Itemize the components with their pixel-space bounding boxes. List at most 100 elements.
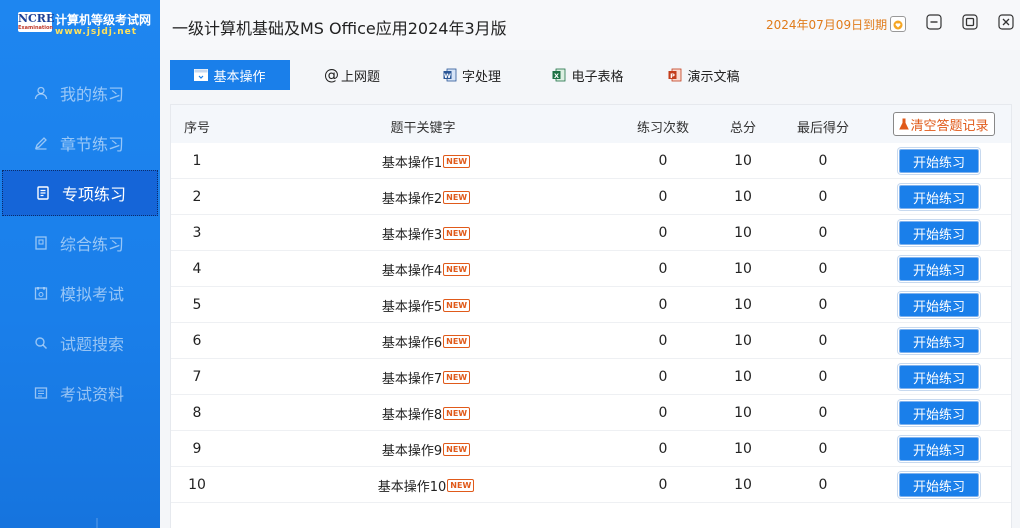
minimize-button[interactable] <box>926 14 942 34</box>
sidebar-item-special-practice[interactable]: 专项练习 <box>2 170 158 216</box>
row-count: 0 <box>658 477 668 493</box>
row-total: 10 <box>734 189 752 205</box>
header-count: 练习次数 <box>636 121 689 136</box>
row-last-score: 0 <box>818 225 828 241</box>
row-keyword-cell: 基本操作10 NEW <box>321 476 531 495</box>
tab-basic-operation[interactable]: 基本操作 <box>170 60 290 90</box>
practice-table: 序号 题干关键字 练习次数 总分 最后得分 清空答题记录 1 基本操作1 NEW … <box>170 104 1012 528</box>
sidebar-item-label: 综合练习 <box>60 235 125 254</box>
start-practice-button[interactable]: 开始练习 <box>898 148 980 174</box>
row-total: 10 <box>734 477 752 493</box>
row-last-score: 0 <box>818 189 828 205</box>
start-practice-button[interactable]: 开始练习 <box>898 184 980 210</box>
row-keyword: 基本操作9 <box>381 444 443 459</box>
row-last-score: 0 <box>818 441 828 457</box>
header-keyword: 题干关键字 <box>390 121 456 136</box>
row-index: 3 <box>192 225 202 241</box>
row-keyword: 基本操作8 <box>381 408 443 423</box>
tab-word-processing[interactable]: W 字处理 <box>414 60 530 90</box>
start-practice-button[interactable]: 开始练习 <box>898 256 980 282</box>
row-count: 0 <box>658 297 668 313</box>
sidebar-item-mock-exam[interactable]: 模拟考试 <box>0 270 160 316</box>
tab-label: 电子表格 <box>571 69 624 85</box>
powerpoint-icon: P <box>668 68 682 82</box>
tab-internet[interactable]: @ 上网题 <box>290 60 414 90</box>
tab-presentation[interactable]: P 演示文稿 <box>646 60 762 90</box>
logo-mark-text: NCRE <box>18 12 55 25</box>
row-count: 0 <box>658 261 668 277</box>
maximize-icon <box>962 14 978 34</box>
row-total: 10 <box>734 261 752 277</box>
favorite-button[interactable] <box>890 16 906 32</box>
sidebar-item-exam-materials[interactable]: 考试资料 <box>0 370 160 416</box>
table-row: 8 基本操作8 NEW 0 10 0 开始练习 <box>171 395 1011 431</box>
row-keyword-cell: 基本操作8 NEW <box>321 404 531 423</box>
start-practice-button[interactable]: 开始练习 <box>898 220 980 246</box>
start-practice-button[interactable]: 开始练习 <box>898 400 980 426</box>
excel-icon: X <box>552 68 566 82</box>
table-header: 序号 题干关键字 练习次数 总分 最后得分 清空答题记录 <box>171 105 1011 143</box>
row-keyword: 基本操作4 <box>381 264 443 279</box>
sidebar-item-label: 试题搜索 <box>60 335 125 354</box>
sidebar-item-my-practice[interactable]: 我的练习 <box>0 70 160 116</box>
clear-records-button[interactable]: 清空答题记录 <box>893 112 995 136</box>
maximize-button[interactable] <box>962 14 978 34</box>
category-tabs: 基本操作 @ 上网题 W 字处理 X 电子表格 P 演示文稿 <box>170 60 762 90</box>
row-index: 2 <box>192 189 202 205</box>
row-keyword-cell: 基本操作1 NEW <box>321 152 531 171</box>
sidebar-item-question-search[interactable]: 试题搜索 <box>0 320 160 366</box>
table-row: 7 基本操作7 NEW 0 10 0 开始练习 <box>171 359 1011 395</box>
row-count: 0 <box>658 153 668 169</box>
tab-label: 字处理 <box>461 69 501 85</box>
sidebar-item-comprehensive-practice[interactable]: 综合练习 <box>0 220 160 266</box>
user-icon <box>34 86 48 100</box>
row-count: 0 <box>658 333 668 349</box>
row-keyword: 基本操作10 <box>377 480 447 495</box>
row-index: 4 <box>192 261 202 277</box>
row-total: 10 <box>734 297 752 313</box>
clear-records-label: 清空答题记录 <box>910 118 989 134</box>
row-keyword-cell: 基本操作4 NEW <box>321 260 531 279</box>
table-row: 6 基本操作6 NEW 0 10 0 开始练习 <box>171 323 1011 359</box>
book-icon <box>34 236 48 250</box>
table-row: 9 基本操作9 NEW 0 10 0 开始练习 <box>171 431 1011 467</box>
start-practice-button[interactable]: 开始练习 <box>898 328 980 354</box>
row-keyword: 基本操作6 <box>381 336 443 351</box>
close-button[interactable] <box>998 14 1014 34</box>
row-count: 0 <box>658 405 668 421</box>
window-icon <box>194 69 209 81</box>
start-practice-button[interactable]: 开始练习 <box>898 436 980 462</box>
start-practice-button[interactable]: 开始练习 <box>898 292 980 318</box>
new-badge: NEW <box>443 371 471 384</box>
row-total: 10 <box>734 441 752 457</box>
start-practice-button[interactable]: 开始练习 <box>898 364 980 390</box>
close-icon <box>998 14 1014 34</box>
row-index: 10 <box>188 477 206 493</box>
start-practice-button[interactable]: 开始练习 <box>898 472 980 498</box>
sidebar-item-chapter-practice[interactable]: 章节练习 <box>0 120 160 166</box>
heart-icon <box>893 15 903 34</box>
row-keyword-cell: 基本操作6 NEW <box>321 332 531 351</box>
row-index: 8 <box>192 405 202 421</box>
tab-label: 上网题 <box>340 69 380 85</box>
row-count: 0 <box>658 441 668 457</box>
row-keyword-cell: 基本操作7 NEW <box>321 368 531 387</box>
new-badge: NEW <box>447 479 475 492</box>
sidebar-item-label: 我的练习 <box>60 85 125 104</box>
folder-icon <box>34 386 48 400</box>
new-badge: NEW <box>443 299 471 312</box>
tab-spreadsheet[interactable]: X 电子表格 <box>530 60 646 90</box>
sidebar: NCRE Examination 计算机等级考试网 www.jsjdj.net … <box>0 0 160 528</box>
tab-label: 演示文稿 <box>687 69 740 85</box>
new-badge: NEW <box>443 407 471 420</box>
sidebar-nav: 我的练习 章节练习 专项练习 综合练习 模拟考试 试题搜索 考试资料 <box>0 70 160 420</box>
row-keyword: 基本操作7 <box>381 372 443 387</box>
minimize-icon <box>926 14 942 34</box>
sidebar-item-label: 专项练习 <box>62 185 127 204</box>
row-total: 10 <box>734 225 752 241</box>
row-keyword-cell: 基本操作3 NEW <box>321 224 531 243</box>
at-icon: @ <box>323 66 339 84</box>
row-keyword-cell: 基本操作9 NEW <box>321 440 531 459</box>
tab-label: 基本操作 <box>213 69 266 85</box>
word-icon: W <box>443 68 457 82</box>
